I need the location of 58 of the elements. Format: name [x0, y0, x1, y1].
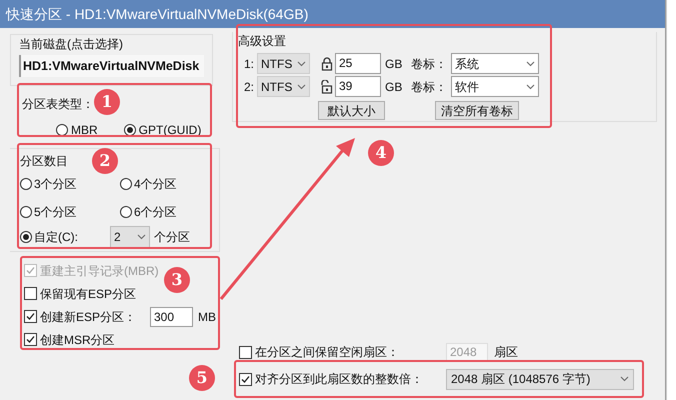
checkbox[interactable]	[239, 372, 252, 386]
volume-dropdown[interactable]: 软件	[451, 76, 539, 97]
radio-label: MBR	[71, 122, 98, 139]
count-dropdown[interactable]: 2	[110, 226, 150, 248]
radio-label: GPT(GUID)	[138, 122, 202, 139]
radio-button[interactable]	[124, 124, 136, 136]
disk-field[interactable]: HD1:VMwareVirtualNVMeDisk	[19, 55, 204, 77]
checkbox-label: 在分区之间保留空闲扇区：	[255, 344, 400, 361]
unit-label: GB	[385, 78, 404, 96]
checkbox-label: 创建MSR分区	[40, 332, 115, 348]
window-title: 快速分区 - HD1:VMwareVirtualNVMeDisk(64GB)	[6, 4, 308, 24]
radio-label: 5个分区	[34, 204, 77, 221]
radio-button[interactable]	[20, 178, 32, 190]
filesystem-dropdown[interactable]: NTFS	[257, 76, 310, 97]
radio-label: 3个分区	[34, 176, 77, 193]
radio-button[interactable]	[120, 178, 132, 190]
checkbox[interactable]	[24, 287, 37, 300]
checkbox[interactable]	[24, 310, 37, 323]
field-label: 分区表类型：	[22, 96, 94, 113]
unit-label: 扇区	[494, 344, 518, 361]
group-label: 分区数目	[20, 153, 68, 170]
caret-icon	[620, 376, 629, 382]
checkbox-label: 重建主引导记录(MBR)	[40, 262, 159, 280]
radio-button[interactable]	[120, 206, 132, 218]
group-label: 高级设置	[237, 33, 286, 50]
caret-icon	[526, 84, 535, 90]
checkbox-label: 创建新ESP分区：	[40, 308, 138, 326]
size-field[interactable]: 300	[150, 306, 193, 326]
row-index: 1:	[244, 56, 256, 72]
caret-icon	[297, 84, 306, 90]
group-label: 当前磁盘(点击选择)	[19, 36, 124, 52]
action-button[interactable]: 清空所有卷标	[435, 101, 519, 120]
radio-label: 4个分区	[134, 176, 177, 193]
radio-button[interactable]	[20, 231, 32, 243]
radio-label: 6个分区	[134, 204, 177, 221]
field-label: 卷标：	[411, 56, 448, 72]
lock-icon	[321, 56, 333, 70]
size-field[interactable]: 25	[335, 53, 381, 74]
radio-button[interactable]	[56, 124, 68, 136]
caret-icon	[526, 60, 535, 66]
action-button[interactable]: 默认大小	[318, 101, 385, 120]
field-label: 卷标：	[411, 78, 448, 96]
checkbox[interactable]	[24, 333, 37, 346]
unit-label: 个分区	[154, 229, 190, 246]
radio-label: 自定(C):	[34, 229, 78, 246]
radio-button[interactable]	[20, 206, 32, 218]
unit-label: MB	[198, 308, 216, 326]
unit-label: GB	[385, 56, 404, 72]
size-field[interactable]: 39	[335, 76, 381, 97]
alignment-dropdown[interactable]: 2048 扇区 (1048576 字节)	[446, 368, 634, 390]
filesystem-dropdown[interactable]: NTFS	[257, 53, 310, 74]
row-index: 2:	[244, 78, 256, 96]
caret-icon	[137, 234, 146, 240]
caret-icon	[297, 60, 306, 66]
volume-dropdown[interactable]: 系统	[451, 53, 539, 74]
checkbox-label: 对齐分区到此扇区数的整数倍：	[255, 371, 424, 388]
checkbox-label: 保留现有ESP分区	[40, 286, 136, 302]
unlock-icon	[321, 80, 333, 94]
